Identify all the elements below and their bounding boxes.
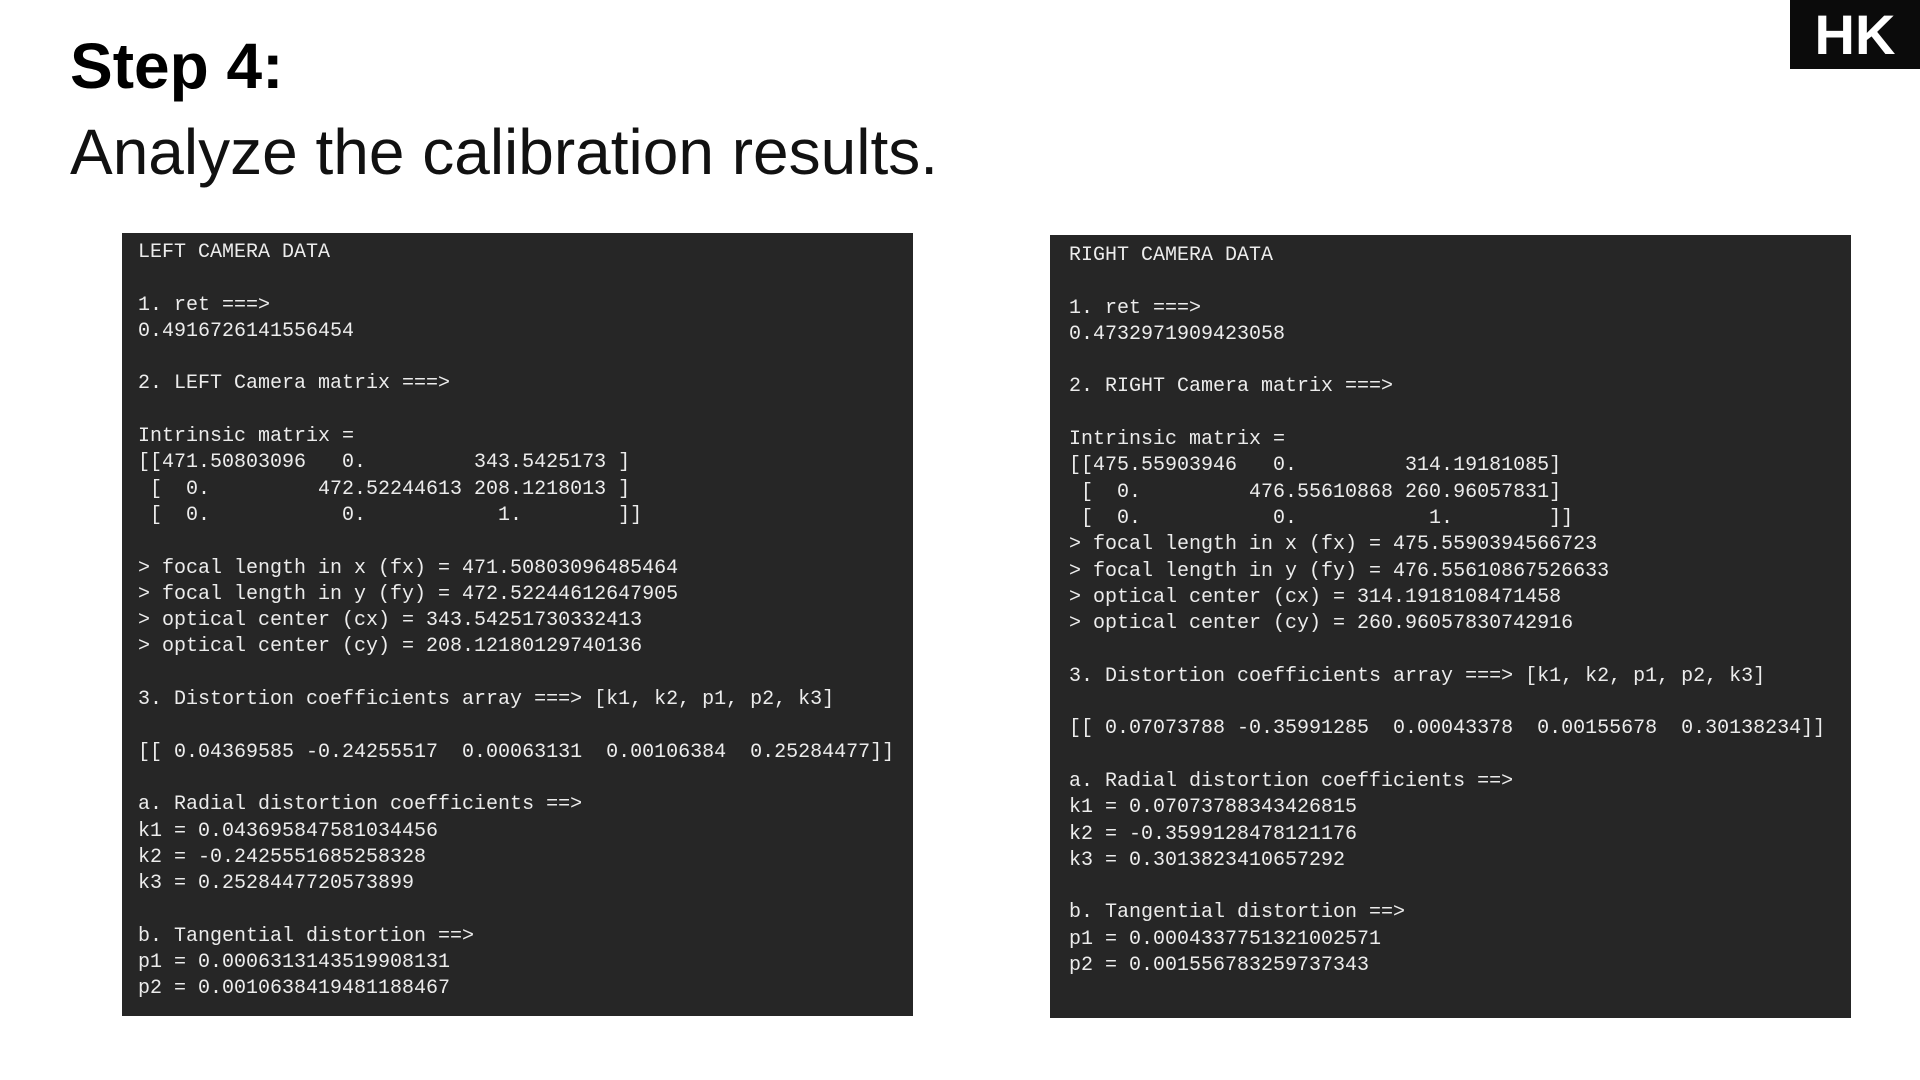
right-camera-line: > focal length in x (fx) = 475.559039456… (1069, 533, 1598, 557)
right-camera-line: [[475.55903946 0. 314.19181085] (1069, 454, 1562, 478)
left-camera-line (138, 661, 913, 687)
right-camera-line (1069, 269, 1851, 295)
right-camera-line: 3. Distortion coefficients array ===> [k… (1069, 664, 1766, 688)
right-camera-line: > optical center (cx) = 314.191810847145… (1069, 585, 1562, 609)
left-camera-line: k1 = 0.043695847581034456 (138, 819, 439, 843)
right-camera-line (1069, 743, 1851, 769)
left-camera-line: > optical center (cy) = 208.121801297401… (138, 635, 643, 659)
right-camera-line: p1 = 0.0004337751321002571 (1069, 927, 1382, 951)
right-camera-line: > optical center (cy) = 260.960578307429… (1069, 612, 1574, 636)
left-camera-line (138, 345, 913, 371)
right-camera-line: p2 = 0.001556783259737343 (1069, 954, 1370, 978)
right-camera-line: 0.4732971909423058 (1069, 322, 1286, 346)
left-camera-line: 0.4916726141556454 (138, 319, 355, 343)
left-camera-line: 1. ret ===> (138, 293, 271, 317)
right-camera-line: > focal length in y (fy) = 476.556108675… (1069, 559, 1610, 583)
left-camera-line: p1 = 0.0006313143519908131 (138, 951, 451, 975)
right-camera-line (1069, 401, 1851, 427)
right-camera-line (1069, 637, 1851, 663)
left-camera-line: [[471.50803096 0. 343.5425173 ] (138, 451, 631, 475)
left-camera-line: a. Radial distortion coefficients ==> (138, 793, 583, 817)
left-camera-panel: LEFT CAMERA DATA 1. ret ===> 0.49167261415… (122, 233, 913, 1016)
hk-logo-text: HK (1815, 3, 1896, 66)
left-camera-line (138, 766, 913, 792)
left-camera-line: [ 0. 472.52244613 208.1218013 ] (138, 477, 631, 501)
right-camera-line (1069, 348, 1851, 374)
left-camera-line: b. Tangential distortion ==> (138, 924, 475, 948)
left-camera-line (138, 529, 913, 555)
left-camera-line: > focal length in x (fx) = 471.508030964… (138, 556, 679, 580)
left-camera-line: k2 = -0.2425551685258328 (138, 845, 427, 869)
hk-logo: HK (1790, 0, 1920, 69)
left-camera-line (138, 897, 913, 923)
right-camera-line (1069, 874, 1851, 900)
left-camera-line: > optical center (cx) = 343.542517303324… (138, 609, 643, 633)
step-title: Step 4: (70, 30, 284, 102)
right-camera-line: 2. RIGHT Camera matrix ===> (1069, 375, 1394, 399)
right-camera-line: b. Tangential distortion ==> (1069, 901, 1406, 925)
slide: Step 4: Analyze the calibration results.… (0, 0, 1920, 1080)
left-camera-line: p2 = 0.0010638419481188467 (138, 977, 451, 1001)
left-camera-line: [ 0. 0. 1. ]] (138, 503, 643, 527)
right-camera-line: k3 = 0.3013823410657292 (1069, 848, 1346, 872)
left-camera-line (138, 398, 913, 424)
right-camera-line: [[ 0.07073788 -0.35991285 0.00043378 0.0… (1069, 717, 1826, 741)
left-camera-line: 2. LEFT Camera matrix ===> (138, 372, 451, 396)
left-camera-line: 3. Distortion coefficients array ===> [k… (138, 688, 835, 712)
right-camera-line (1069, 690, 1851, 716)
right-camera-line: a. Radial distortion coefficients ==> (1069, 769, 1514, 793)
left-camera-line: LEFT CAMERA DATA (138, 241, 331, 264)
right-camera-line: k2 = -0.3599128478121176 (1069, 822, 1358, 846)
right-camera-line: [ 0. 0. 1. ]] (1069, 506, 1574, 530)
right-camera-line: [ 0. 476.55610868 260.96057831] (1069, 480, 1562, 504)
right-camera-line: k1 = 0.07073788343426815 (1069, 796, 1358, 820)
right-camera-panel: RIGHT CAMERA DATA 1. ret ===> 0.4732971909… (1050, 235, 1851, 1018)
step-subtitle: Analyze the calibration results. (70, 116, 938, 188)
left-camera-line: k3 = 0.2528447720573899 (138, 872, 415, 896)
hk-logo-icon: HK (1815, 3, 1896, 66)
right-camera-line: Intrinsic matrix = (1069, 428, 1286, 452)
right-camera-line: 1. ret ===> (1069, 296, 1202, 320)
left-camera-line (138, 266, 913, 292)
left-camera-line: Intrinsic matrix = (138, 425, 355, 449)
left-camera-line (138, 713, 913, 739)
left-camera-line: > focal length in y (fy) = 472.522446126… (138, 582, 679, 606)
left-camera-line: [[ 0.04369585 -0.24255517 0.00063131 0.0… (138, 740, 895, 764)
right-camera-line: RIGHT CAMERA DATA (1069, 244, 1274, 267)
